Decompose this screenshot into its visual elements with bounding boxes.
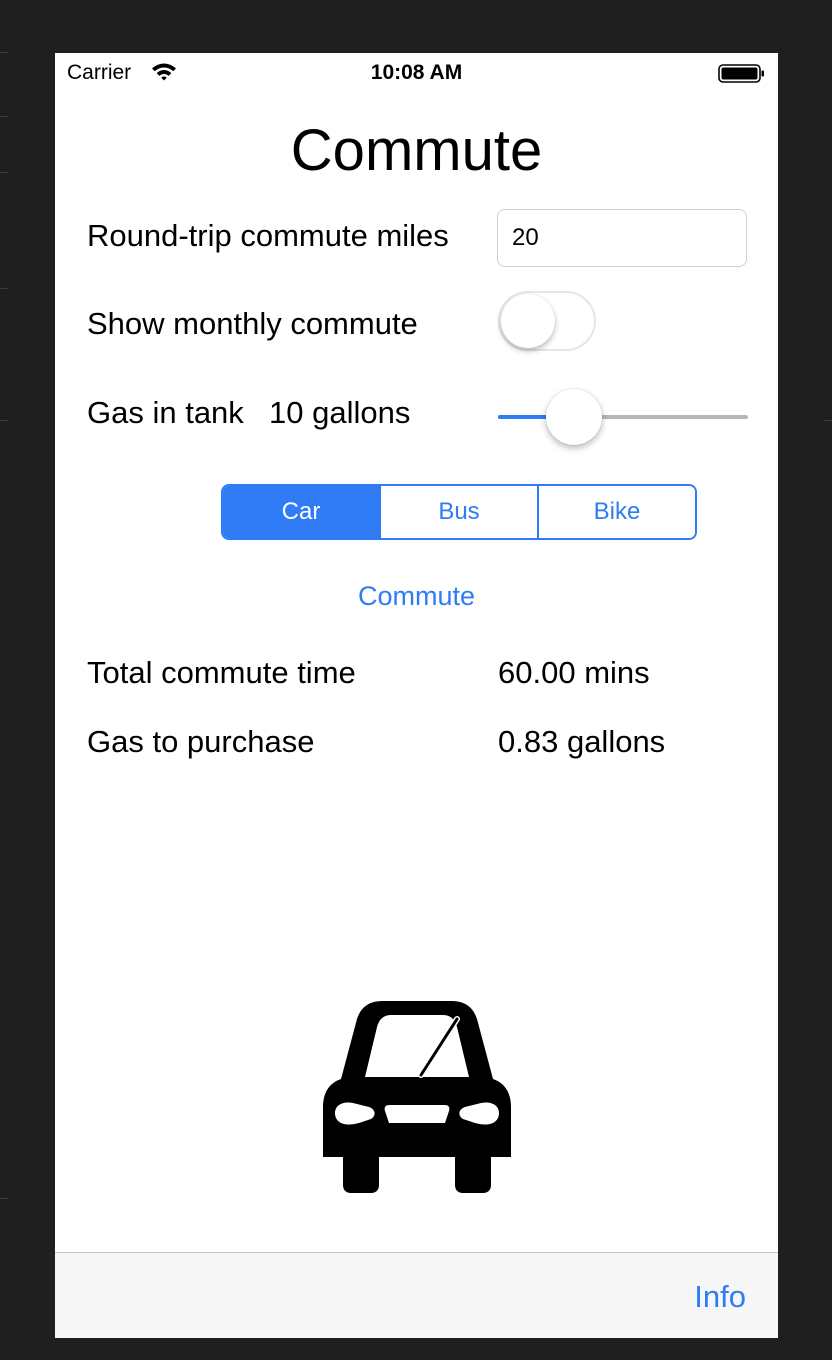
- segment-bus[interactable]: Bus: [379, 486, 537, 538]
- gas-tank-value: 10 gallons: [269, 395, 411, 430]
- info-button[interactable]: Info: [694, 1279, 746, 1315]
- frame-edge: [0, 116, 8, 117]
- gas-purchase-label: Gas to purchase: [87, 724, 315, 759]
- monthly-label: Show monthly commute: [87, 306, 418, 341]
- miles-input[interactable]: 20: [497, 209, 747, 267]
- frame-edge: [0, 420, 8, 421]
- vehicle-segmented-control: Car Bus Bike: [221, 484, 697, 540]
- page-title: Commute: [290, 118, 543, 183]
- monthly-toggle[interactable]: [498, 291, 596, 351]
- car-icon: [299, 997, 535, 1193]
- bottom-toolbar: Info: [55, 1252, 778, 1338]
- commute-button[interactable]: Commute: [55, 581, 778, 612]
- miles-label: Round-trip commute miles: [87, 218, 449, 253]
- status-time: 10:08 AM: [370, 61, 463, 84]
- time-label: Total commute time: [87, 655, 356, 690]
- battery-icon: [718, 63, 766, 91]
- gas-slider-thumb[interactable]: [546, 389, 602, 445]
- gas-purchase-value: 0.83 gallons: [498, 724, 666, 759]
- frame-edge: [0, 52, 8, 53]
- toggle-knob: [501, 294, 555, 348]
- segment-bike[interactable]: Bike: [537, 486, 695, 538]
- frame-edge: [0, 1198, 8, 1199]
- app-screen: Carrier 10:08 AM Commute Round-trip comm…: [55, 53, 778, 1338]
- frame-edge: [0, 172, 8, 173]
- frame-edge: [0, 288, 8, 289]
- time-value: 60.00 mins: [498, 655, 650, 690]
- segment-car[interactable]: Car: [223, 486, 379, 538]
- status-bar: Carrier 10:08 AM: [55, 53, 778, 93]
- gas-tank-label: Gas in tank: [87, 395, 244, 430]
- frame-edge: [824, 420, 832, 421]
